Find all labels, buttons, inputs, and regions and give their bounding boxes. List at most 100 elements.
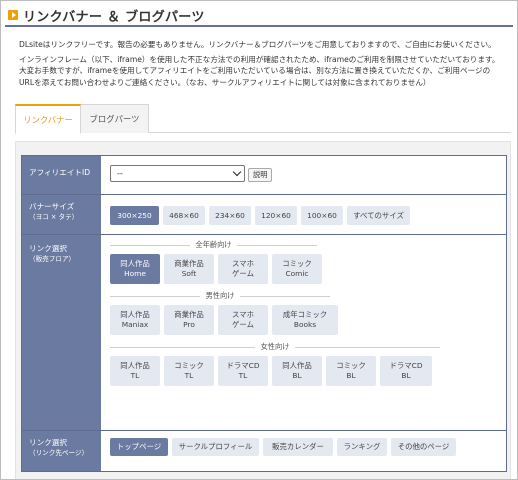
floor-tl-doujin[interactable]: 同人作品 TL <box>110 356 160 386</box>
size-option-300x250[interactable]: 300×250 <box>110 206 159 225</box>
floor-comic-l1: コミック <box>282 259 312 268</box>
play-icon <box>8 10 18 20</box>
explain-button[interactable]: 説明 <box>248 168 273 182</box>
all-ages-options: 同人作品 Home 商業作品 Soft スマホ ゲーム コミック Comic <box>110 254 506 284</box>
floor-maniax[interactable]: 同人作品 Maniax <box>110 305 160 335</box>
banner-size-row: バナーサイズ （ヨコ × タテ） 300×250 468×60 234×60 1… <box>22 195 506 235</box>
floor-pro[interactable]: 商業作品 Pro <box>164 305 214 335</box>
size-option-all[interactable]: すべてのサイズ <box>347 206 410 225</box>
settings-table: アフィリエイトID -- 説明 バナーサイズ （ヨコ × タテ） 300×250… <box>21 155 507 472</box>
floor-comic[interactable]: コミック Comic <box>272 254 322 284</box>
floor-tl-doujin-l2: TL <box>130 371 140 380</box>
floor-comic-l2: Comic <box>285 269 309 278</box>
intro-line-4: URLを添えてお問い合わせよりご連絡ください。（なお、サークルアフィリエイトに関… <box>19 77 431 87</box>
affiliate-id-select[interactable]: -- <box>110 165 245 182</box>
section-female-title: 女性向け <box>254 342 296 352</box>
floor-tl-drama-l2: TL <box>238 371 248 380</box>
section-male-title: 男性向け <box>199 291 241 301</box>
page-option-calendar[interactable]: 販売カレンダー <box>263 438 333 456</box>
section-female: 女性向け <box>110 341 440 353</box>
section-all-ages-title: 全年齢向け <box>189 240 238 250</box>
floor-bl-doujin-l2: BL <box>292 371 302 380</box>
link-floor-row: リンク選択 （販売フロア） 全年齢向け 同人作品 Home 商業作品 Soft … <box>22 235 506 431</box>
size-option-120x60[interactable]: 120×60 <box>255 206 297 225</box>
floor-pro-l2: Pro <box>183 320 195 329</box>
banner-size-label: バナーサイズ <box>29 202 75 211</box>
section-male: 男性向け <box>110 290 330 302</box>
link-page-cell: トップページ サークルプロフィール 販売カレンダー ランキング その他のページ <box>101 431 506 471</box>
banner-size-options: 300×250 468×60 234×60 120×60 100×60 すべての… <box>110 206 506 225</box>
floor-pro-l1: 商業作品 <box>174 310 204 319</box>
chevron-down-icon <box>232 167 242 177</box>
intro-line-2: インラインフレーム（以下、iframe）を使用した不正な方法での利用が確認された… <box>19 55 500 65</box>
tab-link-banner[interactable]: リンクバナー <box>15 104 81 134</box>
floor-bl-drama-l2: BL <box>401 371 411 380</box>
affiliate-id-value: -- <box>117 169 123 178</box>
page-option-top[interactable]: トップページ <box>110 438 168 456</box>
size-option-468x60[interactable]: 468×60 <box>163 206 205 225</box>
female-options: 同人作品 TL コミック TL ドラマCD TL 同人作品 BL コミック BL… <box>110 356 506 386</box>
floor-smartphone-male-l2: ゲーム <box>232 320 254 329</box>
affiliate-cell: -- 説明 <box>101 156 506 194</box>
floor-bl-drama-l1: ドラマCD <box>389 361 423 370</box>
page-frame: リンクバナー ＆ ブログパーツ DLsiteはリンクフリーです。報告の必要もあり… <box>0 0 518 480</box>
page-option-circle-profile[interactable]: サークルプロフィール <box>172 438 259 456</box>
tab-blog-parts[interactable]: ブログパーツ <box>81 104 149 133</box>
floor-bl-comic-l2: BL <box>346 371 356 380</box>
floor-bl-drama[interactable]: ドラマCD BL <box>380 356 432 386</box>
section-all-ages: 全年齢向け <box>110 239 317 251</box>
floor-soft-l1: 商業作品 <box>174 259 204 268</box>
floor-tl-comic-l1: コミック <box>174 361 204 370</box>
intro-line-3: 大変お手数ですが、iframeを使用してアフィリエイトをご利用いただいている場合… <box>19 66 491 76</box>
banner-size-cell: 300×250 468×60 234×60 120×60 100×60 すべての… <box>101 195 506 234</box>
floor-bl-comic[interactable]: コミック BL <box>326 356 376 386</box>
floor-books[interactable]: 成年コミック Books <box>272 305 338 335</box>
link-floor-label: リンク選択 <box>29 244 67 253</box>
floor-maniax-l2: Maniax <box>121 320 149 329</box>
male-options: 同人作品 Maniax 商業作品 Pro スマホ ゲーム 成年コミック Book… <box>110 305 506 335</box>
floor-tl-doujin-l1: 同人作品 <box>120 361 150 370</box>
floor-smartphone-allages-l1: スマホ <box>232 259 254 268</box>
floor-home[interactable]: 同人作品 Home <box>110 254 160 284</box>
link-page-label: リンク選択 <box>29 438 67 447</box>
size-option-100x60[interactable]: 100×60 <box>301 206 343 225</box>
page-header: リンクバナー ＆ ブログパーツ <box>5 5 513 27</box>
banner-size-header: バナーサイズ （ヨコ × タテ） <box>22 195 101 234</box>
link-page-header: リンク選択 （リンク先ページ） <box>22 431 101 471</box>
intro-text: DLsiteはリンクフリーです。報告の必要もありません。リンクバナー＆ブログパー… <box>19 39 507 88</box>
floor-smartphone-male[interactable]: スマホ ゲーム <box>218 305 268 335</box>
size-option-234x60[interactable]: 234×60 <box>209 206 251 225</box>
floor-books-l2: Books <box>293 320 317 329</box>
floor-home-l1: 同人作品 <box>120 259 150 268</box>
page-title: リンクバナー ＆ ブログパーツ <box>23 9 205 25</box>
floor-bl-doujin-l1: 同人作品 <box>282 361 312 370</box>
tab-bar: リンクバナー ブログパーツ <box>15 104 511 134</box>
floor-tl-drama[interactable]: ドラマCD TL <box>218 356 268 386</box>
floor-soft[interactable]: 商業作品 Soft <box>164 254 214 284</box>
floor-books-l1: 成年コミック <box>282 310 328 319</box>
floor-tl-comic-l2: TL <box>184 371 194 380</box>
link-floor-header: リンク選択 （販売フロア） <box>22 235 101 430</box>
link-floor-cell: 全年齢向け 同人作品 Home 商業作品 Soft スマホ ゲーム コミック C… <box>101 235 506 430</box>
floor-tl-drama-l1: ドラマCD <box>226 361 260 370</box>
floor-maniax-l1: 同人作品 <box>120 310 150 319</box>
floor-soft-l2: Soft <box>181 269 197 278</box>
affiliate-label: アフィリエイトID <box>22 156 101 194</box>
link-page-options: トップページ サークルプロフィール 販売カレンダー ランキング その他のページ <box>110 438 506 456</box>
floor-smartphone-allages[interactable]: スマホ ゲーム <box>218 254 268 284</box>
settings-panel: アフィリエイトID -- 説明 バナーサイズ （ヨコ × タテ） 300×250… <box>15 141 511 479</box>
floor-home-l2: Home <box>124 269 146 278</box>
intro-line-1: DLsiteはリンクフリーです。報告の必要もありません。リンクバナー＆ブログパー… <box>19 40 496 49</box>
affiliate-row: アフィリエイトID -- 説明 <box>22 156 506 195</box>
page-option-other[interactable]: その他のページ <box>391 438 456 456</box>
floor-smartphone-male-l1: スマホ <box>232 310 254 319</box>
link-page-sublabel: （リンク先ページ） <box>29 449 89 457</box>
link-floor-sublabel: （販売フロア） <box>29 255 76 263</box>
link-page-row: リンク選択 （リンク先ページ） トップページ サークルプロフィール 販売カレンダ… <box>22 431 506 471</box>
floor-bl-doujin[interactable]: 同人作品 BL <box>272 356 322 386</box>
banner-size-sublabel: （ヨコ × タテ） <box>29 213 79 221</box>
floor-bl-comic-l1: コミック <box>336 361 366 370</box>
floor-tl-comic[interactable]: コミック TL <box>164 356 214 386</box>
floor-smartphone-allages-l2: ゲーム <box>232 269 254 278</box>
page-option-ranking[interactable]: ランキング <box>337 438 387 456</box>
